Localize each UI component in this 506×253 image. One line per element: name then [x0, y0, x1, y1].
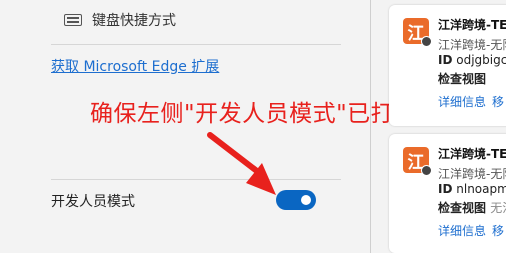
badge-icon	[421, 36, 432, 47]
extension-logo-icon: 江	[403, 147, 432, 176]
extension-subtitle: 江洋跨境-无限	[438, 38, 506, 52]
extension-card: 江 江洋跨境-TE 江洋跨境-无限 ID nlnoapm 检查视图 无法 详细信…	[389, 134, 506, 253]
inspect-views-label: 检查视图	[438, 201, 487, 215]
annotation-arrow-icon	[207, 132, 276, 195]
id-label: ID	[438, 53, 453, 67]
extension-title: 江洋跨境-TE	[438, 147, 506, 161]
extension-card: 江 江洋跨境-TE 江洋跨境-无限 ID odjgbigc 检查视图 详细信息 …	[389, 5, 506, 126]
inspect-views: 检查视图 无法	[438, 199, 506, 216]
inspect-views: 检查视图	[438, 70, 486, 87]
keyboard-shortcuts-item[interactable]: 键盘快捷方式	[64, 10, 176, 30]
inspect-views-label: 检查视图	[438, 72, 487, 86]
keyboard-icon	[64, 14, 82, 26]
extension-id: ID nlnoapm	[438, 182, 506, 196]
id-value: odjgbigc	[456, 53, 506, 67]
developer-mode-label: 开发人员模式	[51, 194, 135, 210]
extension-logo-icon: 江	[403, 18, 432, 47]
remove-link[interactable]: 移	[492, 222, 504, 239]
remove-link[interactable]: 移	[492, 93, 504, 110]
extension-id: ID odjgbigc	[438, 53, 506, 67]
id-label: ID	[438, 182, 453, 196]
divider	[51, 44, 341, 45]
id-value: nlnoapm	[456, 182, 506, 196]
extension-title: 江洋跨境-TE	[438, 18, 506, 32]
annotation-text: 确保左侧"开发人员模式"已打开	[90, 101, 418, 127]
get-extensions-link[interactable]: 获取 Microsoft Edge 扩展	[51, 56, 219, 76]
inspect-views-extra: 无法	[490, 201, 506, 215]
details-link[interactable]: 详细信息	[438, 222, 486, 239]
extension-subtitle: 江洋跨境-无限	[438, 167, 506, 181]
keyboard-shortcuts-label: 键盘快捷方式	[92, 13, 176, 29]
details-link[interactable]: 详细信息	[438, 93, 486, 110]
badge-icon	[421, 165, 432, 176]
